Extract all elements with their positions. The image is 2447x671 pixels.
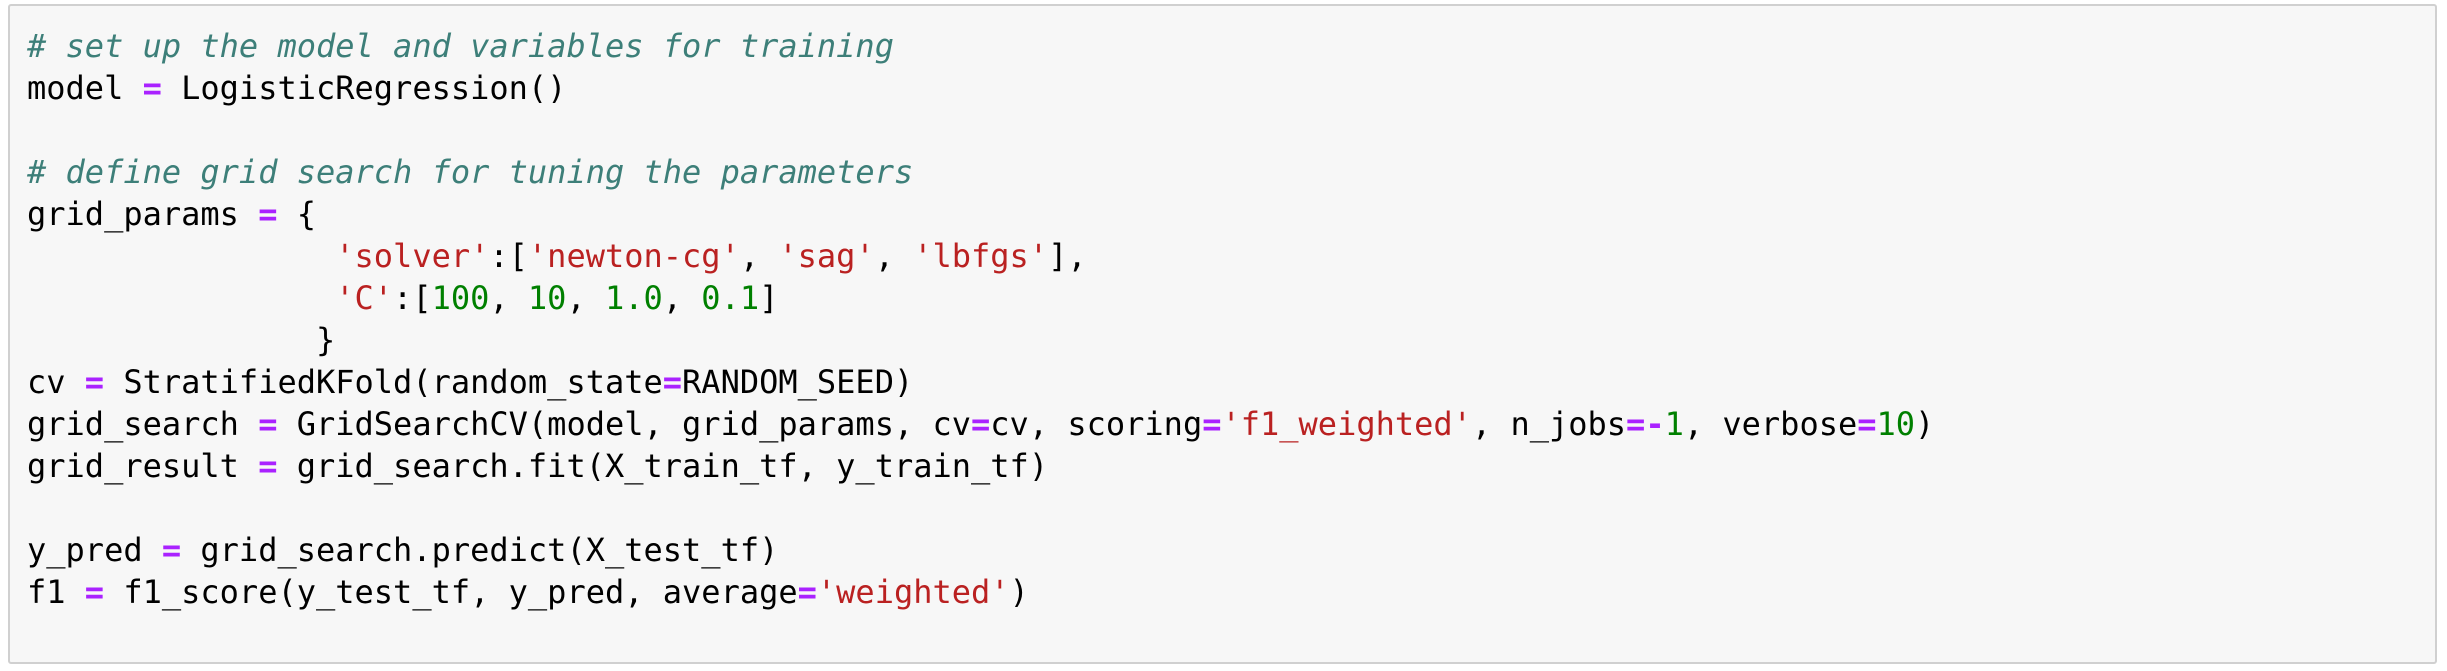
code-token: RANDOM_SEED) xyxy=(682,363,914,401)
code-token: StratifiedKFold(random_state xyxy=(104,363,663,401)
operator-token: = xyxy=(258,447,278,485)
string-token: 'sag' xyxy=(778,237,875,275)
code-line: cv = StratifiedKFold(random_state=RANDOM… xyxy=(27,361,1934,403)
comment-token: # set up the model and variables for tra… xyxy=(27,27,894,65)
code-line: 'solver':['newton-cg', 'sag', 'lbfgs'], xyxy=(27,235,1934,277)
operator-token: = xyxy=(84,573,105,611)
operator-token: = xyxy=(1202,405,1222,443)
number-token: 0.1 xyxy=(701,279,760,317)
code-token: cv, scoring xyxy=(990,405,1203,443)
number-token: 100 xyxy=(431,279,490,317)
operator-token: = xyxy=(662,363,683,401)
code-token: cv xyxy=(27,363,85,401)
code-token: model xyxy=(27,69,143,107)
number-token: 10 xyxy=(527,279,567,317)
code-token: GridSearchCV(model, grid_params, cv xyxy=(277,405,972,443)
code-editor[interactable]: # set up the model and variables for tra… xyxy=(27,25,1934,613)
code-token: } xyxy=(27,321,336,359)
code-line: grid_result = grid_search.fit(X_train_tf… xyxy=(27,445,1934,487)
code-token: f1_score(y_test_tf, y_pred, average xyxy=(104,573,798,611)
string-token: 'C' xyxy=(335,279,394,317)
code-token: ], xyxy=(1048,237,1087,275)
operator-token: = xyxy=(258,195,278,233)
comment-token: # define grid search for tuning the para… xyxy=(27,153,914,191)
code-token: ) xyxy=(1009,573,1029,611)
code-token: LogisticRegression() xyxy=(161,69,567,107)
code-token: , xyxy=(739,237,779,275)
string-token: 'weighted' xyxy=(816,573,1010,611)
code-line: 'C':[100, 10, 1.0, 0.1] xyxy=(27,277,1934,319)
code-token: { xyxy=(277,195,316,233)
code-line: grid_search = GridSearchCV(model, grid_p… xyxy=(27,403,1934,445)
code-cell[interactable]: # set up the model and variables for tra… xyxy=(8,4,2437,664)
code-line: model = LogisticRegression() xyxy=(27,67,1934,109)
string-token: 'solver' xyxy=(335,237,490,275)
code-token: , xyxy=(662,279,702,317)
code-token: , n_jobs xyxy=(1471,405,1627,443)
code-token: :[ xyxy=(393,279,432,317)
operator-token: = xyxy=(971,405,991,443)
code-token: grid_search.fit(X_train_tf, y_train_tf) xyxy=(277,447,1049,485)
code-token: , xyxy=(874,237,914,275)
operator-token: = xyxy=(258,405,278,443)
code-token: , verbose xyxy=(1683,405,1858,443)
code-line: # set up the model and variables for tra… xyxy=(27,25,1934,67)
code-line: } xyxy=(27,319,1934,361)
operator-token: = xyxy=(1857,405,1877,443)
operator-token: = xyxy=(142,69,162,107)
operator-token: = xyxy=(797,573,817,611)
number-token: 1 xyxy=(1664,405,1684,443)
code-token: ) xyxy=(1915,405,1935,443)
string-token: 'lbfgs' xyxy=(913,237,1049,275)
code-token: ] xyxy=(759,279,779,317)
code-token: grid_search xyxy=(27,405,259,443)
code-token: grid_result xyxy=(27,447,259,485)
code-token: grid_params xyxy=(27,195,259,233)
operator-token: = xyxy=(161,531,182,569)
code-line: f1 = f1_score(y_test_tf, y_pred, average… xyxy=(27,571,1934,613)
code-token: , xyxy=(566,279,605,317)
code-line: grid_params = { xyxy=(27,193,1934,235)
string-token: 'f1_weighted' xyxy=(1221,405,1472,443)
number-token: 1.0 xyxy=(604,279,663,317)
operator-token: =- xyxy=(1626,405,1665,443)
code-token: :[ xyxy=(489,237,528,275)
code-line: # define grid search for tuning the para… xyxy=(27,151,1934,193)
code-token: y_pred xyxy=(27,531,162,569)
code-token: grid_search.predict(X_test_tf) xyxy=(181,531,779,569)
number-token: 10 xyxy=(1876,405,1916,443)
code-token: f1 xyxy=(27,573,85,611)
code-line: y_pred = grid_search.predict(X_test_tf) xyxy=(27,529,1934,571)
string-token: 'newton-cg' xyxy=(527,237,740,275)
operator-token: = xyxy=(84,363,105,401)
code-token: , xyxy=(489,279,528,317)
